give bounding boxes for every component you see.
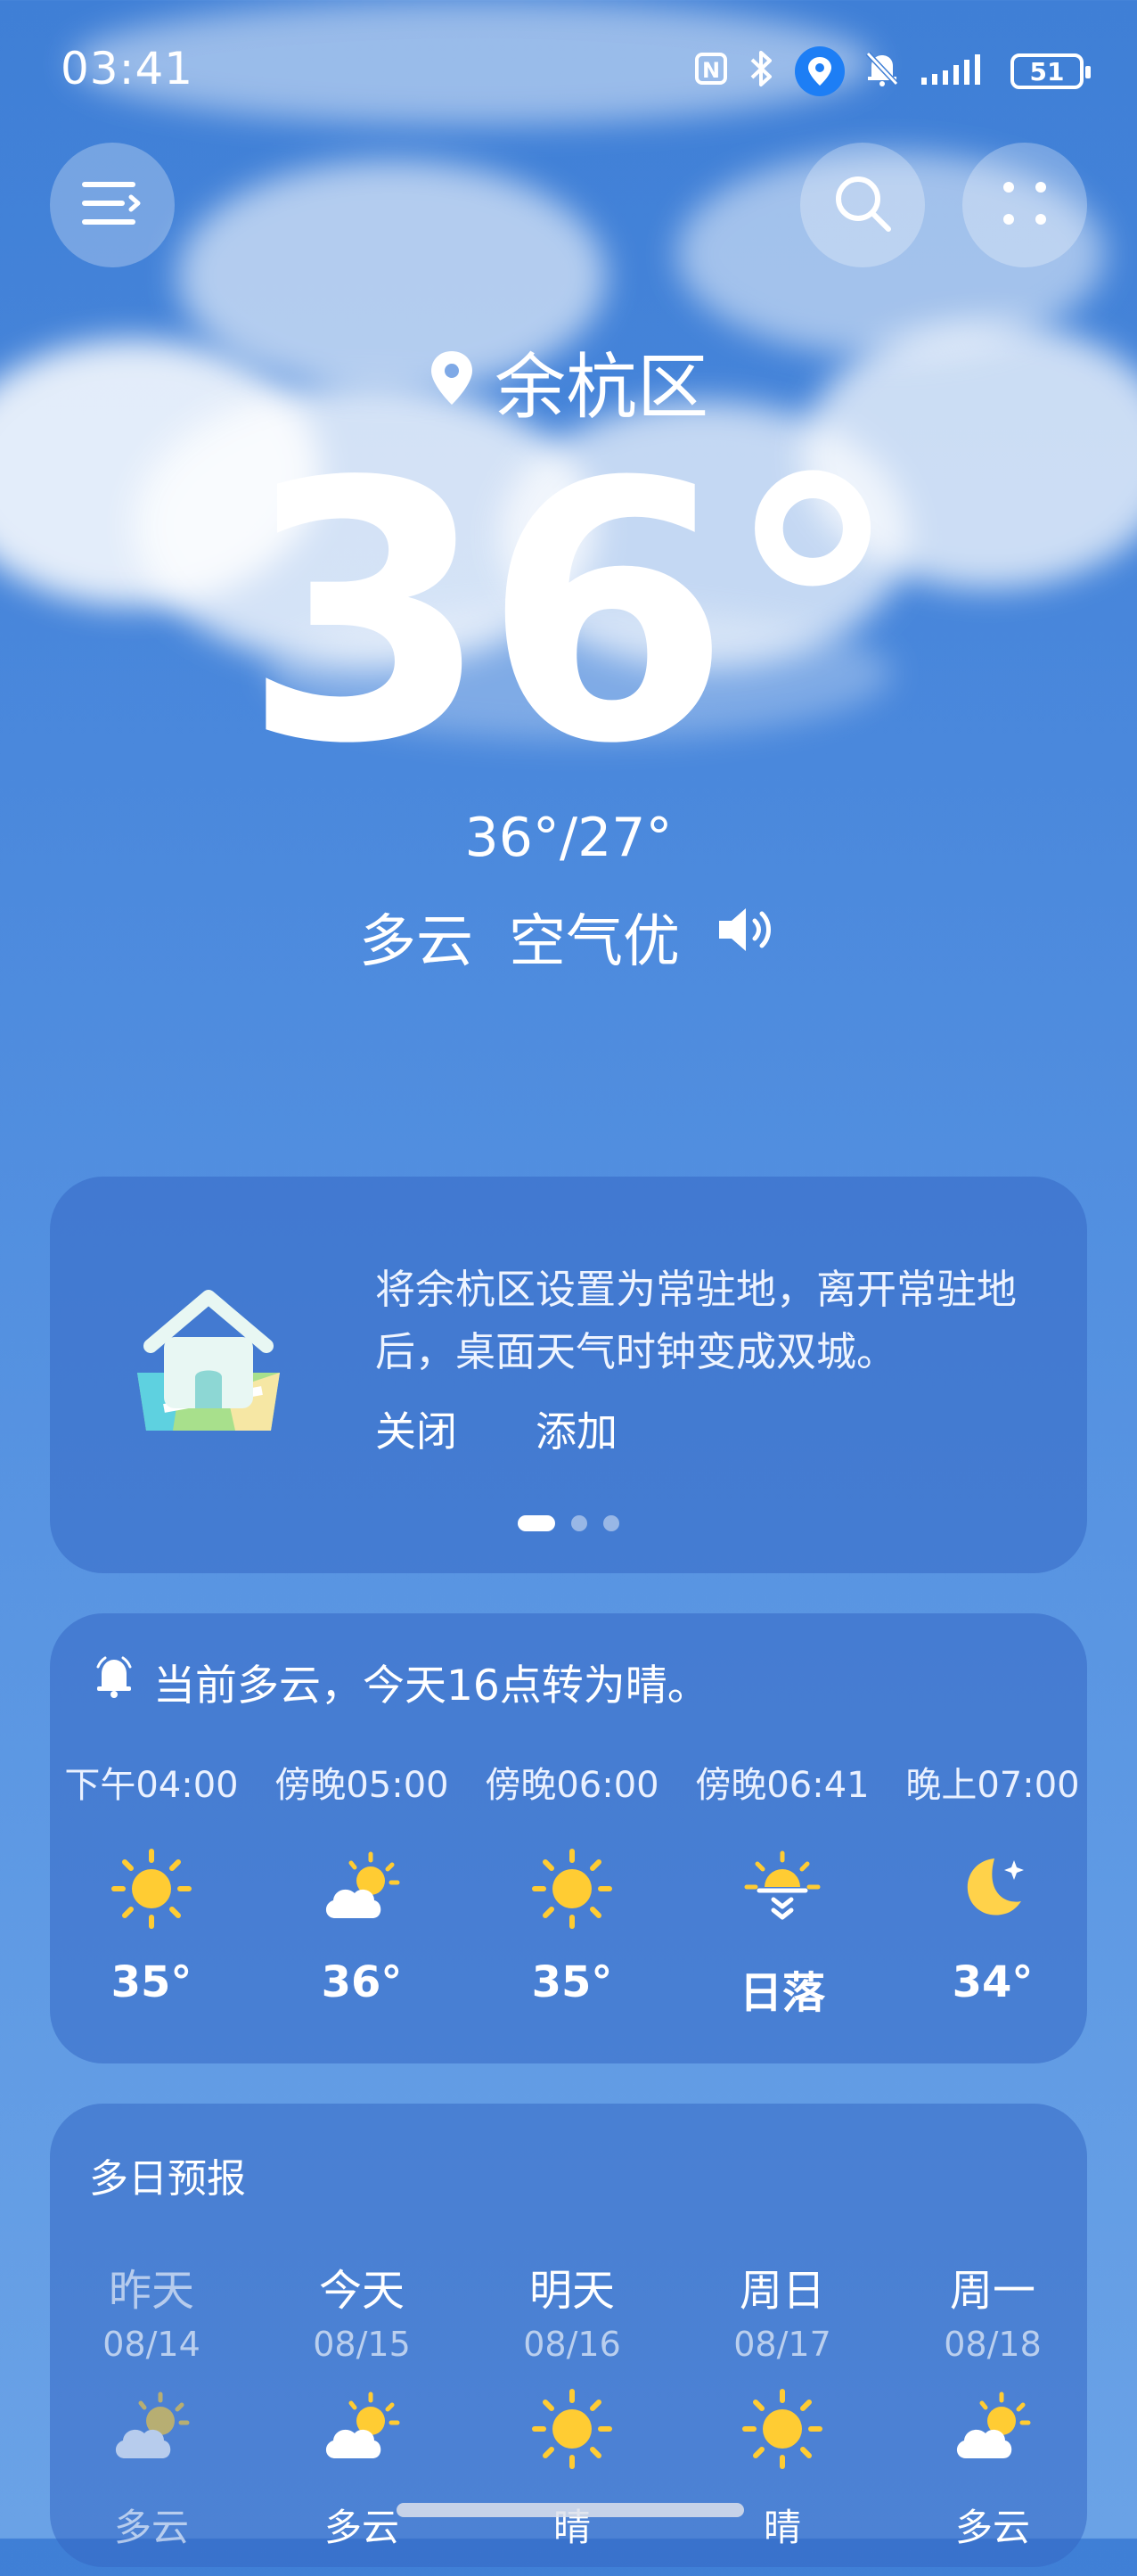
condition-row: 多云 空气优: [0, 896, 1137, 978]
search-button[interactable]: [800, 143, 925, 267]
day-date: 08/18: [944, 2325, 1042, 2364]
day-condition: 多云: [113, 2506, 189, 2549]
hour-temperature: 34°: [952, 1957, 1034, 2007]
menu-button[interactable]: [50, 143, 175, 267]
alert-row: 当前多云，今天16点转为晴。: [94, 1651, 709, 1712]
home-indicator[interactable]: [397, 2503, 744, 2517]
day-name: 周一: [949, 2266, 1035, 2316]
daily-forecast-card: 多日预报 昨天 08/14 多云 今天 08/15 多云 明天 08/16 晴: [50, 2104, 1087, 2567]
condition-text: 多云: [359, 909, 473, 975]
hour-item: 傍晚06:41 日落: [677, 1756, 888, 2020]
page-dot-2: [571, 1515, 587, 1531]
bell-icon: [94, 1654, 134, 1710]
page-dot-1: [518, 1515, 555, 1531]
mute-icon: [864, 50, 900, 94]
sun-icon: [740, 2386, 825, 2475]
day-date: 08/17: [733, 2325, 831, 2364]
partly-cloudy-icon: [319, 1849, 405, 1932]
sun-icon: [529, 1846, 615, 1935]
bluetooth-icon: [748, 50, 775, 94]
day-name: 周日: [739, 2266, 825, 2316]
hour-temperature: 日落: [739, 1968, 825, 2018]
partly-cloudy-icon: [109, 2389, 194, 2473]
nfc-icon: N: [693, 51, 729, 93]
air-quality[interactable]: 空气优: [509, 896, 680, 978]
sun-icon: [529, 2386, 615, 2475]
speaker-icon[interactable]: [716, 903, 778, 971]
more-icon: [998, 176, 1051, 234]
menu-icon: [81, 179, 143, 231]
day-date: 08/16: [523, 2325, 621, 2364]
page-indicator: [50, 1515, 1087, 1531]
card-title[interactable]: 多日预报: [89, 2146, 246, 2203]
day-date: 08/15: [313, 2325, 411, 2364]
moon-icon: [950, 1846, 1035, 1935]
hour-item: 晚上07:00 34°: [888, 1756, 1087, 2007]
residence-tip-card: 将余杭区设置为常驻地，离开常驻地后，桌面天气时钟变成双城。 关闭 添加: [50, 1177, 1087, 1573]
day-condition: 多云: [954, 2506, 1030, 2549]
hour-item: 傍晚06:00 35°: [467, 1756, 677, 2007]
hourly-list[interactable]: 下午04:00 35° 傍晚05:00 36° 傍晚06:00 35° 傍晚06…: [50, 1756, 1087, 2041]
day-name: 今天: [318, 2266, 405, 2316]
close-button[interactable]: 关闭: [375, 1399, 457, 1458]
search-icon: [831, 172, 894, 238]
tip-text: 将余杭区设置为常驻地，离开常驻地后，桌面天气时钟变成双城。: [375, 1266, 1018, 1375]
sunset-icon: [740, 1846, 825, 1935]
day-item[interactable]: 周一 08/18 多云: [888, 2255, 1087, 2552]
day-name: 明天: [528, 2266, 615, 2316]
hour-label: 下午04:00: [64, 1765, 239, 1806]
partly-cloudy-icon: [319, 2389, 405, 2473]
alert-text: 当前多云，今天16点转为晴。: [153, 1661, 709, 1710]
page-dot-3: [603, 1515, 619, 1531]
location-icon: [795, 46, 845, 96]
status-bar: 03:41 N 51: [0, 0, 1137, 143]
hour-temperature: 35°: [531, 1957, 613, 2007]
hour-label: 傍晚05:00: [274, 1765, 449, 1806]
day-name: 昨天: [108, 2266, 194, 2316]
partly-cloudy-icon: [950, 2389, 1035, 2473]
daily-list[interactable]: 昨天 08/14 多云 今天 08/15 多云 明天 08/16 晴 周日 08…: [50, 2255, 1087, 2576]
hour-item: 下午04:00 35°: [50, 1756, 257, 2007]
sun-icon: [109, 1846, 194, 1935]
map-house-icon: [128, 1284, 289, 1439]
hourly-forecast-card: 当前多云，今天16点转为晴。 下午04:00 35° 傍晚05:00 36° 傍…: [50, 1613, 1087, 2063]
hour-label: 晚上07:00: [905, 1765, 1080, 1806]
day-item[interactable]: 昨天 08/14 多云: [50, 2255, 257, 2552]
more-button[interactable]: [962, 143, 1087, 267]
svg-text:N: N: [702, 58, 720, 83]
hour-temperature: 36°: [321, 1957, 403, 2007]
day-date: 08/14: [102, 2325, 200, 2364]
hour-temperature: 35°: [110, 1957, 192, 2007]
signal-icon: [920, 51, 991, 93]
hour-label: 傍晚06:41: [695, 1765, 870, 1806]
hour-label: 傍晚06:00: [485, 1765, 659, 1806]
high-low-temperature: 36°/27°: [464, 807, 673, 869]
add-button[interactable]: 添加: [536, 1399, 618, 1458]
clock: 03:41: [61, 43, 194, 94]
hour-item: 傍晚05:00 36°: [257, 1756, 467, 2007]
battery-indicator: 51: [1010, 53, 1091, 89]
current-temperature: 36°: [241, 407, 903, 822]
